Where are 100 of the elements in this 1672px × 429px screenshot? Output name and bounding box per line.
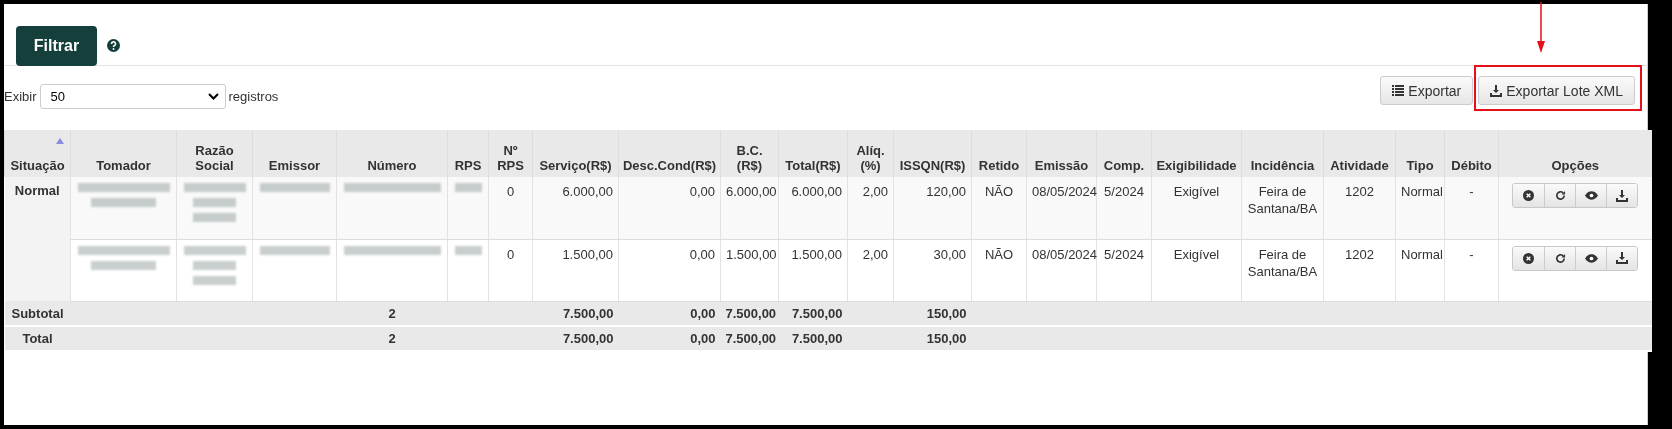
- blurred-text: [183, 245, 246, 285]
- action-button[interactable]: [1606, 246, 1638, 270]
- annotation-arrow: [1536, 2, 1547, 54]
- column-header[interactable]: Tomador: [70, 130, 177, 177]
- summary-value: 7.500,00: [791, 331, 843, 346]
- table-cell: Exigível: [1173, 184, 1220, 199]
- table-cell: NÃO: [984, 184, 1014, 199]
- table-cell: 1202: [1345, 246, 1374, 262]
- refresh-icon: [1554, 252, 1566, 264]
- eye-icon: [1584, 253, 1598, 263]
- column-header[interactable]: Opções: [1498, 130, 1652, 177]
- table-cell: 1202: [1345, 184, 1374, 199]
- column-header[interactable]: Total(R$): [778, 130, 848, 177]
- summary-value: 2: [388, 305, 396, 321]
- download-icon: [1616, 252, 1629, 264]
- table-cell: Feira de Santana/BA: [1247, 246, 1318, 279]
- column-header[interactable]: Número: [336, 130, 448, 177]
- table-cell: Normal: [1401, 184, 1443, 199]
- table-cell: 0: [506, 246, 515, 262]
- table-cell: Exigível: [1173, 246, 1220, 262]
- help-icon[interactable]: [107, 39, 120, 52]
- table-cell: Normal: [1401, 246, 1443, 262]
- blurred-text: [454, 183, 482, 192]
- filter-button[interactable]: Filtrar: [16, 25, 97, 66]
- table-cell: 08/05/2024: [1032, 184, 1098, 199]
- page-size-select[interactable]: 50: [39, 84, 226, 109]
- table-cell: -: [1469, 184, 1474, 199]
- column-header[interactable]: B.C. (R$): [720, 130, 779, 177]
- summary-value: 7.500,00: [562, 331, 614, 346]
- column-header[interactable]: Emissão: [1026, 130, 1097, 177]
- blurred-text: [259, 183, 330, 192]
- table-cell: 2,00: [862, 246, 888, 262]
- column-header[interactable]: Comp.: [1096, 130, 1152, 177]
- table-cell: 1.500,00: [791, 246, 842, 262]
- action-button[interactable]: [1544, 246, 1576, 270]
- column-header[interactable]: ISSQN(R$): [893, 130, 972, 177]
- table-cell: 5/2024: [1104, 184, 1144, 199]
- column-header[interactable]: Atividade: [1323, 130, 1396, 177]
- eye-icon: [1584, 191, 1598, 200]
- column-header[interactable]: Retido: [971, 130, 1027, 177]
- action-button[interactable]: [1513, 246, 1545, 270]
- export-button[interactable]: Exportar Lote XML: [1478, 76, 1635, 105]
- table-cell: -: [1469, 246, 1474, 262]
- table-cell: 1.500,00: [562, 246, 613, 262]
- table-cell: 08/05/2024: [1032, 246, 1098, 262]
- summary-value: 150,00: [926, 331, 967, 346]
- action-button[interactable]: [1575, 246, 1607, 270]
- table-cell: 120,00: [926, 184, 966, 199]
- blurred-text: [454, 245, 482, 255]
- column-header[interactable]: Situação: [4, 130, 71, 177]
- action-button[interactable]: [1575, 184, 1607, 207]
- summary-value: 150,00: [926, 305, 967, 321]
- summary-value: 7.500,00: [791, 305, 843, 321]
- column-header[interactable]: Débito: [1444, 130, 1499, 177]
- column-header[interactable]: Emissor: [252, 130, 337, 177]
- close-icon: [1523, 190, 1535, 201]
- table-cell: NÃO: [984, 246, 1014, 262]
- table-cell: 30,00: [933, 246, 966, 262]
- action-button[interactable]: [1606, 184, 1638, 207]
- table-cell: 0,00: [689, 246, 715, 262]
- download-icon: [1616, 189, 1629, 202]
- table-cell: 6.000,00: [791, 184, 842, 199]
- list-icon: [1392, 85, 1405, 96]
- status-text: Normal: [14, 183, 60, 198]
- table-cell: 2,00: [862, 184, 888, 199]
- column-header[interactable]: Serviço(R$): [532, 130, 619, 177]
- chevron-down-icon: [207, 93, 219, 100]
- summary-value: 7.500,00: [725, 331, 777, 346]
- column-header[interactable]: Tipo: [1395, 130, 1445, 177]
- column-header[interactable]: Nº RPS: [488, 130, 533, 177]
- action-button[interactable]: [1513, 184, 1545, 207]
- summary-label: Total: [22, 331, 53, 346]
- table-cell: 6.000,00: [562, 184, 613, 199]
- records-label: registros: [228, 89, 279, 104]
- refresh-icon: [1554, 190, 1566, 201]
- column-header[interactable]: Razão Social: [176, 130, 253, 177]
- column-header[interactable]: Exigibilidade: [1151, 130, 1242, 177]
- table-cell: 5/2024: [1104, 246, 1144, 262]
- summary-value: 2: [388, 331, 396, 346]
- table-cell: 0: [506, 184, 515, 199]
- show-label: Exibir: [4, 89, 37, 104]
- table-cell: 1.500,00: [726, 246, 777, 262]
- summary-label: Subtotal: [11, 305, 64, 321]
- summary-value: 7.500,00: [562, 305, 614, 321]
- column-header[interactable]: Desc.Cond(R$): [618, 130, 721, 177]
- blurred-text: [183, 183, 246, 222]
- column-header[interactable]: RPS: [447, 130, 489, 177]
- table-cell: 0,00: [689, 184, 715, 199]
- close-icon: [1523, 252, 1535, 264]
- table-cell: 6.000,00: [726, 184, 777, 199]
- summary-value: 7.500,00: [725, 305, 777, 321]
- blurred-text: [259, 245, 330, 255]
- action-button[interactable]: [1544, 184, 1576, 207]
- column-header[interactable]: Incidência: [1241, 130, 1324, 177]
- summary-value: 0,00: [690, 331, 716, 346]
- summary-value: 0,00: [690, 305, 716, 321]
- column-header[interactable]: Alíq. (%): [847, 130, 894, 177]
- export-button[interactable]: Exportar: [1380, 76, 1474, 105]
- download-icon: [1490, 84, 1503, 97]
- table-cell: Feira de Santana/BA: [1247, 184, 1318, 216]
